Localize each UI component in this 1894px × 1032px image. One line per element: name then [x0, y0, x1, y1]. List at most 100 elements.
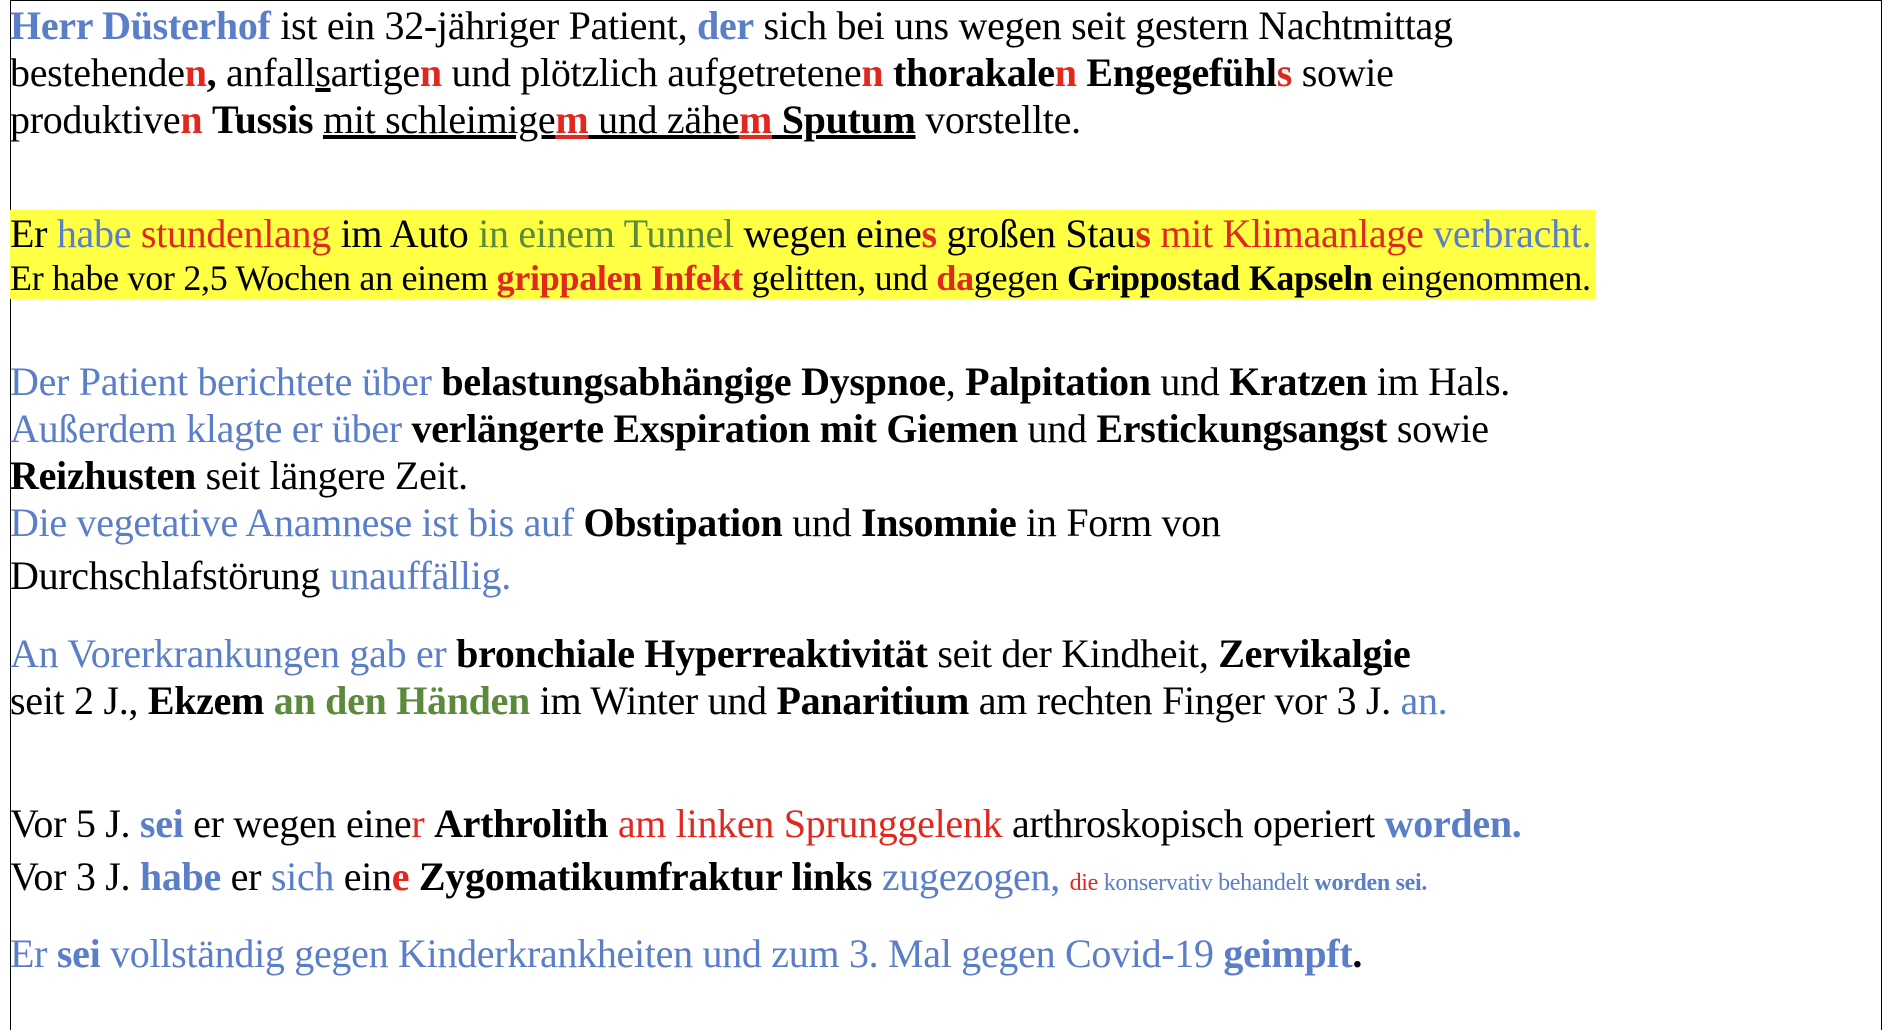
line: Der Patient berichtete über belastungsab… [10, 358, 1870, 405]
text: Insomnie [861, 500, 1017, 545]
text: worden. [1384, 801, 1522, 846]
text: m [738, 97, 772, 142]
text [202, 97, 212, 142]
text: er [220, 854, 271, 899]
text: im Auto [330, 211, 479, 256]
text: worden sei. [1314, 870, 1428, 896]
line: Reizhusten seit längere Zeit. [10, 452, 1870, 499]
text: da [936, 258, 974, 298]
text [1060, 854, 1070, 899]
text: Reizhusten [10, 453, 196, 498]
text: und [782, 500, 861, 545]
text: Kratzen [1229, 359, 1368, 404]
text: grippalen Infekt [496, 258, 744, 298]
text: großen Stau [936, 211, 1136, 256]
text: sowie [1292, 50, 1394, 95]
text: seit längere Zeit. [195, 453, 469, 498]
text [432, 359, 442, 404]
patient-name: Herr Düsterhof [10, 3, 271, 48]
line: Herr Düsterhof ist ein 32-jähriger Patie… [10, 2, 1870, 49]
line: Außerdem klagte er über verlängerte Exsp… [10, 405, 1870, 452]
text: Außerdem klagte er über [10, 406, 402, 451]
text: verlängerte Exspiration mit Giemen [411, 406, 1019, 451]
text: Er habe vor 2,5 Wochen an einem [10, 258, 497, 298]
text: artige [330, 50, 421, 95]
text: und [1017, 406, 1097, 451]
text: Ekzem [147, 678, 265, 723]
text: in Form von [1016, 500, 1221, 545]
text: bronchiale Hyperreaktivität [456, 631, 928, 676]
text: n [419, 50, 442, 95]
text: Obstipation [583, 500, 783, 545]
text: s [1276, 50, 1293, 95]
paragraph-symptoms: Der Patient berichtete über belastungsab… [10, 358, 1870, 599]
text: Die vegetative Anamnese ist bis auf [10, 500, 574, 545]
text: habe [139, 854, 221, 899]
line: Durchschlafstörung unauffällig. [10, 552, 1870, 599]
text [409, 854, 419, 899]
text: An Vorerkrankungen gab er [10, 631, 447, 676]
text: seit 2 J., [10, 678, 148, 723]
text: s [315, 50, 331, 95]
text: am rechten Finger vor 3 J. [969, 678, 1401, 723]
paragraph-intro: Herr Düsterhof ist ein 32-jähriger Patie… [10, 2, 1870, 143]
text: bestehende [10, 50, 185, 95]
text [424, 801, 434, 846]
line: An Vorerkrankungen gab er bronchiale Hyp… [10, 630, 1870, 677]
text: Tussis [211, 97, 314, 142]
text: thorakale [892, 50, 1055, 95]
text: gelitten, und [742, 258, 937, 298]
text: sich [270, 854, 335, 899]
text: Arthrolith [434, 801, 609, 846]
text: r [411, 801, 425, 846]
text: Er [10, 211, 57, 256]
text: an den Händen [273, 678, 531, 723]
text: Sputum [772, 97, 916, 142]
text: Erstickungsangst [1096, 406, 1388, 451]
text: Grippostad Kapseln [1066, 258, 1373, 298]
text: gegen [973, 258, 1067, 298]
text: m [555, 97, 589, 142]
text: , [945, 359, 966, 404]
text: vollständig gegen Kinderkrankheiten und … [100, 931, 1224, 976]
text: ist ein 32-jähriger Patient, [270, 3, 697, 48]
text: im Hals. [1367, 359, 1510, 404]
text [313, 97, 323, 142]
line: seit 2 J., Ekzem an den Händen im Winter… [10, 677, 1870, 724]
text: er wegen eine [183, 801, 412, 846]
text [320, 553, 330, 598]
text: am linken Sprunggelenk [617, 801, 1003, 846]
text: sich bei uns wegen seit gestern Nachtmit… [753, 3, 1453, 48]
paragraph-prior-illnesses: An Vorerkrankungen gab er bronchiale Hyp… [10, 630, 1870, 724]
text: in einem Tunnel [478, 211, 734, 256]
line: Vor 3 J. habe er sich eine Zygomatikumfr… [10, 853, 1870, 900]
text: verbracht. [1433, 211, 1592, 256]
text: Durchschlafstörung [10, 553, 321, 598]
text: produktive [10, 97, 181, 142]
text: Er [10, 931, 57, 976]
text: im Winter und [530, 678, 777, 723]
text: seit der Kindheit, [927, 631, 1219, 676]
text [883, 50, 893, 95]
text: n [861, 50, 884, 95]
text: an. [1400, 678, 1448, 723]
text: vorstellte. [915, 97, 1081, 142]
text [872, 854, 882, 899]
text: und [1150, 359, 1230, 404]
line: Er sei vollständig gegen Kinderkrankheit… [10, 930, 1870, 977]
text: wegen eine [733, 211, 922, 256]
text: arthroskopisch operiert [1002, 801, 1385, 846]
text: e [391, 854, 410, 899]
text: eingenommen. [1372, 258, 1591, 298]
line: bestehenden, anfallsartigen und plötzlic… [10, 49, 1870, 96]
line: Er habe vor 2,5 Wochen an einem grippale… [10, 257, 1870, 299]
text [402, 406, 412, 451]
text: ein [334, 854, 392, 899]
text [446, 631, 456, 676]
text: mit schleimige [322, 97, 556, 142]
text: Panaritium [776, 678, 970, 723]
paragraph-surgeries: Vor 5 J. sei er wegen einer Arthrolith a… [10, 800, 1870, 900]
text: belastungsabhängige Dyspnoe [441, 359, 946, 404]
text [264, 678, 274, 723]
text: Vor 3 J. [10, 854, 140, 899]
